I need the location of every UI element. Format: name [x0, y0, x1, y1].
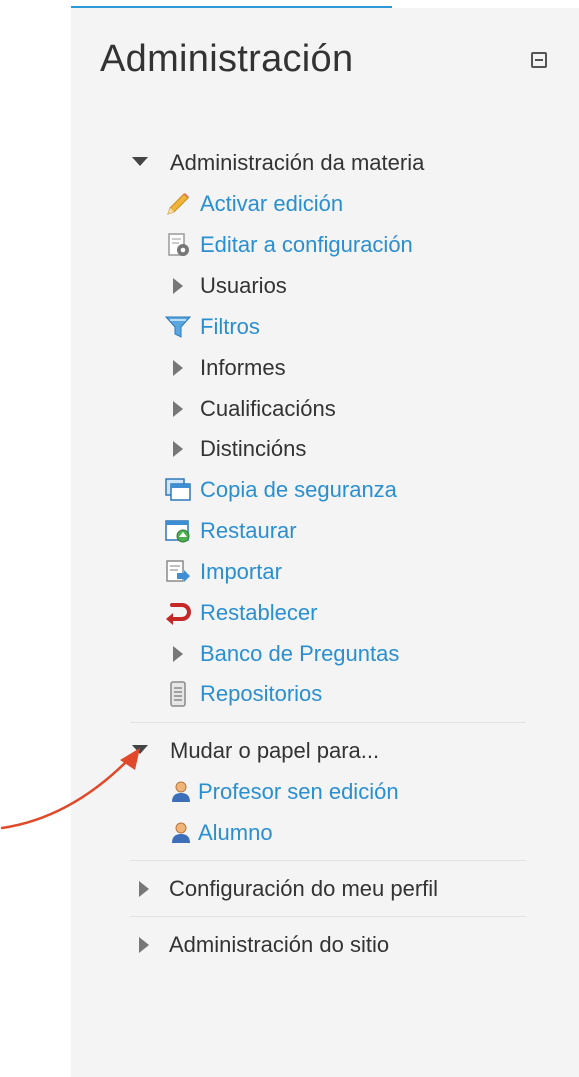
profile-settings-label: Configuración do meu perfil: [169, 876, 439, 901]
expand-arrow-icon: [139, 881, 149, 897]
divider: [130, 916, 526, 917]
expand-arrow-icon: [164, 395, 192, 423]
backup-label: Copia de seguranza: [200, 477, 397, 502]
backup-link[interactable]: Copia de seguranza: [164, 473, 397, 507]
divider: [130, 860, 526, 861]
collapse-arrow-icon: [132, 156, 148, 166]
expand-arrow-icon: [164, 640, 192, 668]
filters-label: Filtros: [200, 314, 260, 339]
user-icon: [170, 819, 192, 847]
import-label: Importar: [200, 559, 282, 584]
expand-arrow-icon: [164, 354, 192, 382]
turn-editing-on-label: Activar edición: [200, 191, 344, 216]
users-label: Usuarios: [200, 273, 287, 298]
question-bank-label: Banco de Preguntas: [200, 641, 400, 666]
restore-icon: [164, 517, 192, 545]
course-admin-node[interactable]: Administración da materia: [132, 146, 424, 180]
funnel-icon: [164, 313, 192, 341]
role-student-label: Alumno: [198, 820, 273, 845]
repositories-link[interactable]: Repositorios: [164, 677, 322, 711]
backup-icon: [164, 476, 192, 504]
divider: [130, 722, 526, 723]
role-student-link[interactable]: Alumno: [170, 816, 273, 850]
edit-settings-label: Editar a configuración: [200, 232, 413, 257]
restore-link[interactable]: Restaurar: [164, 514, 297, 548]
profile-settings-node[interactable]: Configuración do meu perfil: [136, 872, 438, 906]
switch-role-node[interactable]: Mudar o papel para...: [132, 734, 379, 768]
edit-settings-link[interactable]: Editar a configuración: [164, 228, 413, 262]
course-admin-label: Administración da materia: [170, 150, 425, 175]
grades-label: Cualificacións: [200, 396, 336, 421]
role-non-editing-teacher-link[interactable]: Profesor sen edición: [170, 775, 399, 809]
pencil-icon: [164, 190, 192, 218]
repositories-label: Repositorios: [200, 681, 323, 706]
restore-label: Restaurar: [200, 518, 297, 543]
turn-editing-on-link[interactable]: Activar edición: [164, 187, 343, 221]
reset-icon: [164, 599, 192, 627]
collapse-block-button[interactable]: [531, 52, 547, 68]
site-admin-label: Administración do sitio: [169, 932, 390, 957]
annotation-arrow-icon: [0, 748, 140, 830]
filters-link[interactable]: Filtros: [164, 310, 260, 344]
expand-arrow-icon: [139, 937, 149, 953]
reports-label: Informes: [200, 355, 286, 380]
role-non-editing-teacher-label: Profesor sen edición: [198, 779, 399, 804]
site-admin-node[interactable]: Administración do sitio: [136, 928, 389, 962]
reset-link[interactable]: Restablecer: [164, 596, 317, 630]
grades-node[interactable]: Cualificacións: [164, 392, 336, 426]
badges-node[interactable]: Distincións: [164, 432, 306, 466]
import-link[interactable]: Importar: [164, 555, 282, 589]
question-bank-node[interactable]: Banco de Preguntas: [164, 637, 399, 671]
users-node[interactable]: Usuarios: [164, 269, 287, 303]
settings-document-icon: [164, 231, 192, 259]
expand-arrow-icon: [164, 272, 192, 300]
expand-arrow-icon: [164, 435, 192, 463]
user-icon: [170, 778, 192, 806]
reports-node[interactable]: Informes: [164, 351, 286, 385]
repository-icon: [164, 680, 192, 708]
block-title: Administración: [100, 38, 354, 80]
import-icon: [164, 558, 192, 586]
switch-role-label: Mudar o papel para...: [170, 738, 380, 763]
reset-label: Restablecer: [200, 600, 318, 625]
badges-label: Distincións: [200, 436, 307, 461]
